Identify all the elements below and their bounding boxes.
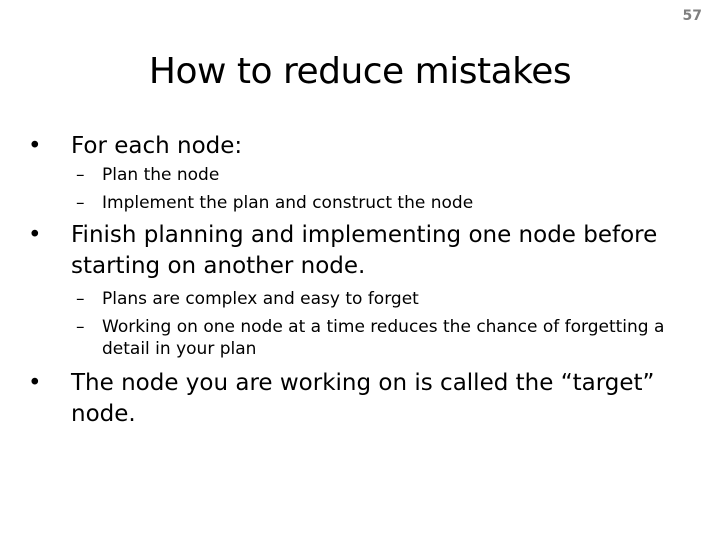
slide-title: How to reduce mistakes (148, 51, 572, 92)
sub-marker: – (76, 289, 85, 309)
slide-number: 57 (682, 8, 702, 24)
sub-marker: – (76, 317, 85, 337)
bullet-marker: • (28, 133, 42, 159)
sub-item: – Plan the node (24, 164, 704, 186)
bullet-text: Finish planning and implementing one nod… (71, 222, 658, 279)
sub-item: – Working on one node at a time reduces … (24, 316, 704, 360)
sub-text: Plans are complex and easy to forget (102, 289, 419, 309)
sub-text: Working on one node at a time reduces th… (102, 317, 665, 359)
sub-marker: – (76, 165, 85, 185)
bullet-text: For each node: (71, 133, 243, 159)
bullet-marker: • (28, 222, 42, 248)
sub-text: Plan the node (102, 165, 220, 185)
bullet-list: • For each node: – Plan the node – Imple… (24, 131, 704, 432)
sub-item: – Plans are complex and easy to forget (24, 288, 704, 310)
sub-item: – Implement the plan and construct the n… (24, 192, 704, 214)
sub-marker: – (76, 193, 85, 213)
sub-text: Implement the plan and construct the nod… (102, 193, 474, 213)
bullet-marker: • (28, 370, 42, 396)
bullet-text: The node you are working on is called th… (71, 370, 655, 427)
bullet-item: • Finish planning and implementing one n… (24, 220, 704, 282)
bullet-item: • For each node: (24, 131, 704, 162)
bullet-item: • The node you are working on is called … (24, 368, 704, 430)
